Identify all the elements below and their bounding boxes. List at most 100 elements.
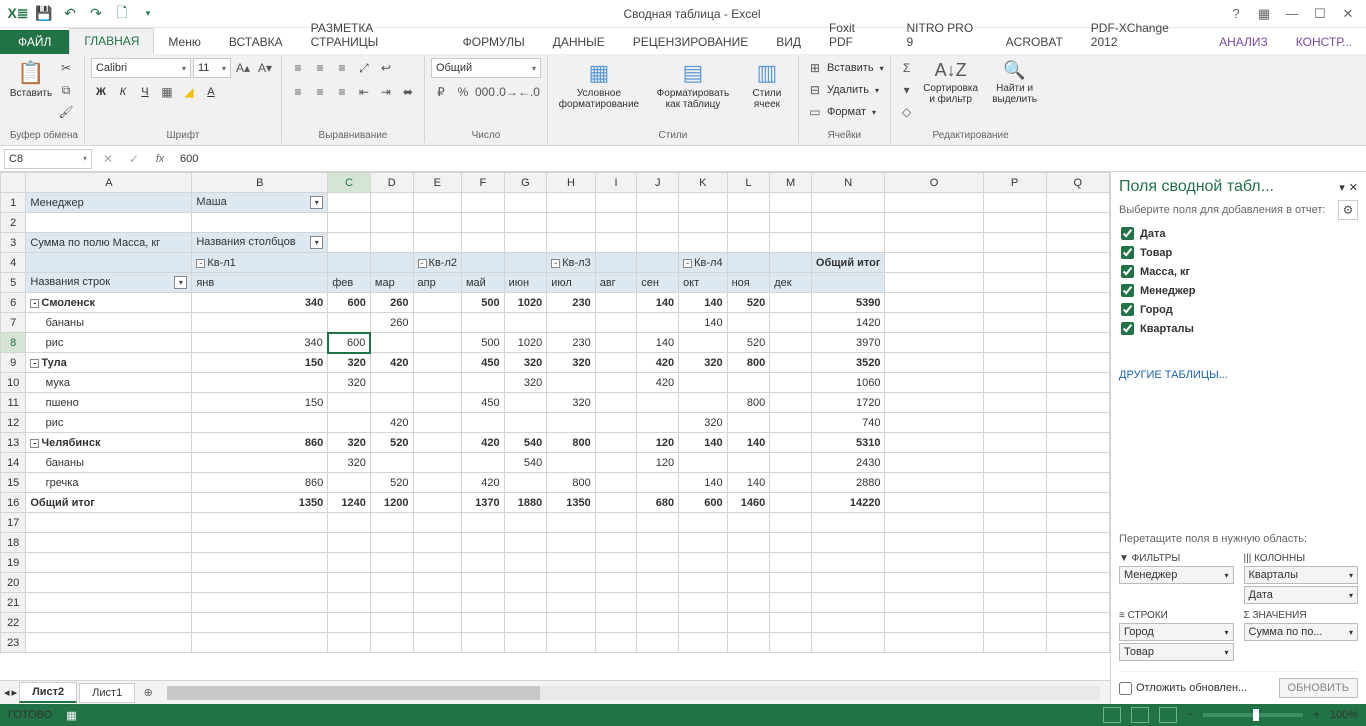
field-Дата[interactable]: Дата <box>1119 224 1358 243</box>
align-center[interactable]: ≡ <box>310 82 330 102</box>
cell-styles-button[interactable]: ▥Стили ячеек <box>742 58 792 112</box>
col-header[interactable]: N <box>811 173 885 193</box>
wrap-text[interactable]: ↩ <box>376 58 396 78</box>
paste-button[interactable]: 📋Вставить <box>10 58 52 101</box>
pane-close-icon[interactable]: ✕ <box>1349 181 1358 194</box>
macro-icon[interactable]: ▦ <box>66 709 76 722</box>
orientation[interactable]: ⤢ <box>354 58 374 78</box>
tab-menu[interactable]: Меню <box>154 30 214 54</box>
field-Масса, кг[interactable]: Масса, кг <box>1119 262 1358 281</box>
col-header[interactable]: O <box>885 173 983 193</box>
fill-color-button[interactable]: ◢ <box>179 82 199 102</box>
align-top[interactable]: ≡ <box>288 58 308 78</box>
merge-button[interactable]: ⬌ <box>398 82 418 102</box>
indent-inc[interactable]: ⇥ <box>376 82 396 102</box>
pane-layout-icon[interactable]: ⚙ <box>1338 200 1358 220</box>
add-sheet-button[interactable]: ⊕ <box>137 682 159 704</box>
format-painter-button[interactable]: 🖌 <box>56 102 76 122</box>
area-item[interactable]: Дата▾ <box>1244 586 1359 604</box>
tab-formulas[interactable]: ФОРМУЛЫ <box>449 30 539 54</box>
zoom-level[interactable]: 100% <box>1330 709 1358 721</box>
insert-cells[interactable]: ⊞ <box>805 58 825 78</box>
tab-view[interactable]: ВИД <box>762 30 815 54</box>
col-header[interactable]: E <box>413 173 461 193</box>
autosum-button[interactable]: Σ <box>897 58 917 78</box>
tab-pdfx[interactable]: PDF-XChange 2012 <box>1077 16 1205 54</box>
field-Менеджер[interactable]: Менеджер <box>1119 281 1358 300</box>
col-header[interactable]: G <box>504 173 547 193</box>
dec-dec-button[interactable]: ←.0 <box>519 82 539 102</box>
zoom-slider[interactable] <box>1203 713 1303 717</box>
cancel-icon[interactable]: ✕ <box>98 149 118 169</box>
update-button[interactable]: ОБНОВИТЬ <box>1279 678 1358 698</box>
tab-layout[interactable]: РАЗМЕТКА СТРАНИЦЫ <box>297 16 449 54</box>
currency-button[interactable]: ₽ <box>431 82 451 102</box>
align-mid[interactable]: ≡ <box>310 58 330 78</box>
tab-foxit[interactable]: Foxit PDF <box>815 16 893 54</box>
cut-button[interactable]: ✂ <box>56 58 76 78</box>
new-button[interactable]: 🗋 <box>110 2 134 26</box>
field-Кварталы[interactable]: Кварталы <box>1119 319 1358 338</box>
fx-icon[interactable]: fx <box>150 153 170 165</box>
redo-button[interactable]: ↷ <box>84 2 108 26</box>
align-left[interactable]: ≡ <box>288 82 308 102</box>
col-header[interactable]: C <box>328 173 371 193</box>
italic-button[interactable]: К <box>113 82 133 102</box>
col-header[interactable]: J <box>637 173 679 193</box>
zoom-out[interactable]: − <box>1187 709 1193 721</box>
area-item[interactable]: Товар▾ <box>1119 643 1234 661</box>
align-bot[interactable]: ≡ <box>332 58 352 78</box>
sort-filter-button[interactable]: A↓ZСортировка и фильтр <box>921 58 981 107</box>
area-item[interactable]: Менеджер▾ <box>1119 566 1234 584</box>
help-icon[interactable]: ? <box>1224 4 1248 24</box>
align-right[interactable]: ≡ <box>332 82 352 102</box>
other-tables-link[interactable]: ДРУГИЕ ТАБЛИЦЫ... <box>1119 369 1358 381</box>
col-header[interactable]: I <box>595 173 637 193</box>
tab-acrobat[interactable]: ACROBAT <box>992 30 1077 54</box>
area-item[interactable]: Кварталы▾ <box>1244 566 1359 584</box>
col-header[interactable]: Q <box>1046 173 1109 193</box>
spreadsheet-grid[interactable]: ABCDEFGHIJKLMNOPQ1МенеджерМаша▾23Сумма п… <box>0 172 1110 653</box>
tab-analyze[interactable]: АНАЛИЗ <box>1205 30 1282 54</box>
fill-button[interactable]: ▾ <box>897 80 917 100</box>
font-size-select[interactable]: 11▾ <box>193 58 231 78</box>
defer-checkbox[interactable]: Отложить обновлен... <box>1119 682 1247 695</box>
tab-file[interactable]: ФАЙЛ <box>0 30 69 54</box>
format-cells[interactable]: ▭ <box>805 102 825 122</box>
minimize-button[interactable]: — <box>1280 4 1304 24</box>
font-color-button[interactable]: A <box>201 82 221 102</box>
field-Город[interactable]: Город <box>1119 300 1358 319</box>
tab-home[interactable]: ГЛАВНАЯ <box>69 28 154 54</box>
tab-review[interactable]: РЕЦЕНЗИРОВАНИЕ <box>619 30 762 54</box>
zoom-in[interactable]: + <box>1313 709 1319 721</box>
area-item[interactable]: Город▾ <box>1119 623 1234 641</box>
sheet-nav-last[interactable]: ▸ <box>12 686 18 699</box>
col-header[interactable]: A <box>26 173 192 193</box>
number-format-select[interactable]: Общий▾ <box>431 58 541 78</box>
sheet-nav-first[interactable]: ◂ <box>4 686 10 699</box>
find-select-button[interactable]: 🔍Найти и выделить <box>985 58 1045 107</box>
maximize-button[interactable]: ☐ <box>1308 4 1332 24</box>
name-box[interactable]: C8▾ <box>4 149 92 169</box>
clear-button[interactable]: ◇ <box>897 102 917 122</box>
save-button[interactable]: 💾 <box>32 2 56 26</box>
ribbon-opts-icon[interactable]: ▦ <box>1252 4 1276 24</box>
sheet-tab-active[interactable]: Лист2 <box>19 682 77 703</box>
qat-more-icon[interactable]: ▾ <box>136 2 160 26</box>
col-header[interactable]: P <box>983 173 1046 193</box>
col-header[interactable]: K <box>679 173 727 193</box>
tab-construct[interactable]: КОНСТР... <box>1282 30 1366 54</box>
enter-icon[interactable]: ✓ <box>124 149 144 169</box>
font-name-select[interactable]: Calibri▾ <box>91 58 191 78</box>
col-header[interactable]: D <box>370 173 413 193</box>
percent-button[interactable]: % <box>453 82 473 102</box>
col-header[interactable]: M <box>770 173 812 193</box>
grow-font-button[interactable]: A▴ <box>233 58 253 78</box>
border-button[interactable]: ▦ <box>157 82 177 102</box>
indent-dec[interactable]: ⇤ <box>354 82 374 102</box>
col-header[interactable]: B <box>192 173 328 193</box>
excel-icon[interactable]: X≣ <box>6 2 30 26</box>
tab-data[interactable]: ДАННЫЕ <box>539 30 619 54</box>
pane-opts-icon[interactable]: ▾ <box>1339 181 1345 194</box>
col-header[interactable]: H <box>547 173 595 193</box>
